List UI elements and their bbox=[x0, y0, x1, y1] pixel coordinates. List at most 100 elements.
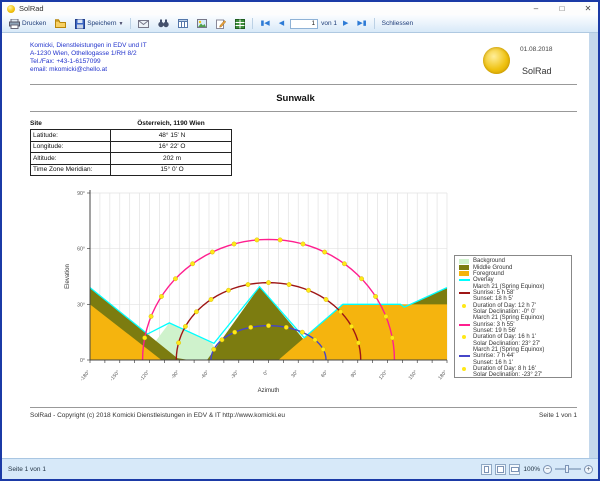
zoom-slider-thumb[interactable] bbox=[565, 465, 569, 473]
y-tick-label: 90° bbox=[77, 191, 85, 197]
letterhead-divider bbox=[30, 84, 577, 85]
x-tick-label: -90° bbox=[170, 369, 181, 380]
legend-label: Foreground bbox=[473, 271, 504, 277]
sun-hour-marker bbox=[384, 314, 388, 318]
toolbar-separator bbox=[252, 18, 253, 29]
columns-button[interactable] bbox=[175, 18, 191, 29]
sun-hour-marker bbox=[255, 238, 259, 242]
sun-hour-marker bbox=[338, 310, 342, 314]
save-button[interactable]: Speichern ▼ bbox=[72, 18, 126, 30]
first-page-button[interactable]: ▮◀ bbox=[257, 18, 272, 30]
x-tick-label: 0° bbox=[262, 369, 270, 377]
legend-swatch-icon bbox=[459, 265, 471, 270]
zoom-in-icon[interactable]: + bbox=[584, 465, 593, 474]
report-preview-area[interactable]: Komicki, Dienstleistungen in EDV und IT … bbox=[2, 33, 598, 458]
sun-hour-marker bbox=[306, 288, 310, 292]
legend-line-icon bbox=[459, 279, 471, 281]
legend-label: Overlay bbox=[473, 277, 494, 283]
fit-page-view-icon[interactable] bbox=[509, 464, 520, 475]
footer-page-number: Seite 1 von 1 bbox=[539, 412, 577, 419]
close-preview-button[interactable]: Schliessen bbox=[379, 19, 416, 28]
sun-hour-marker bbox=[210, 250, 214, 254]
image-icon bbox=[197, 19, 207, 28]
legend-label: Background bbox=[473, 258, 505, 264]
edit-button[interactable] bbox=[213, 18, 229, 30]
x-axis-title: Azimuth bbox=[258, 388, 280, 394]
print-label: Drucken bbox=[22, 20, 46, 27]
image-button[interactable] bbox=[194, 18, 210, 29]
previous-page-button[interactable]: ◀ bbox=[276, 18, 287, 30]
company-line: A-1230 Wien, Othellogasse 1/RH 8/2 bbox=[30, 50, 147, 58]
two-page-view-icon[interactable] bbox=[495, 464, 506, 475]
y-axis-title: Elevation bbox=[65, 264, 71, 289]
legend-label: Solar Declination: -0° 0' bbox=[473, 309, 536, 315]
report-title: Sunwalk bbox=[2, 93, 589, 104]
sun-hour-marker bbox=[390, 336, 394, 340]
maximize-icon[interactable]: □ bbox=[556, 2, 568, 15]
site-table-row: Time Zone Meridian:15° 0' O bbox=[30, 164, 232, 177]
email-button[interactable] bbox=[135, 19, 152, 29]
y-tick-label: 60° bbox=[77, 247, 85, 253]
sun-hour-marker bbox=[356, 341, 360, 345]
footer-copyright: SolRad - Copyright (c) 2018 Komicki Dien… bbox=[30, 412, 285, 419]
floppy-disk-icon bbox=[75, 19, 85, 29]
print-button[interactable]: Drucken bbox=[6, 18, 49, 30]
status-page-label: Seite 1 von 1 bbox=[8, 466, 46, 473]
sun-hour-marker bbox=[149, 314, 153, 318]
legend-swatch-icon bbox=[459, 271, 471, 276]
app-window: SolRad – □ ✕ Drucken Speichern ▼ bbox=[0, 0, 600, 481]
sun-hour-marker bbox=[159, 294, 163, 298]
last-page-button[interactable]: ▶▮ bbox=[354, 18, 369, 30]
edit-pencil-icon bbox=[216, 19, 226, 29]
sun-hour-marker bbox=[301, 242, 305, 246]
site-row-value: 15° 0' O bbox=[111, 166, 233, 173]
legend-label: Duration of Day: 16 h 1' bbox=[473, 334, 536, 340]
sun-hour-marker bbox=[220, 338, 224, 342]
page-number-input[interactable] bbox=[290, 19, 318, 29]
legend-label: March 21 (Spring Equinox) bbox=[473, 284, 544, 290]
sun-hour-marker bbox=[300, 330, 304, 334]
sun-hour-marker bbox=[313, 338, 317, 342]
toolbar-separator bbox=[130, 18, 131, 29]
legend-label: Sunset: 19 h 56' bbox=[473, 328, 516, 334]
legend-label: Duration of Day: 12 h 7' bbox=[473, 303, 536, 309]
sun-hour-marker bbox=[321, 347, 325, 351]
open-button[interactable] bbox=[52, 18, 69, 29]
site-row-value: 202 m bbox=[111, 155, 233, 162]
legend-label: Sunset: 18 h 5' bbox=[473, 296, 513, 302]
find-button[interactable] bbox=[155, 18, 172, 29]
minimize-icon[interactable]: – bbox=[530, 2, 542, 15]
next-page-button[interactable]: ▶ bbox=[340, 18, 351, 30]
x-tick-label: 90° bbox=[350, 369, 359, 379]
legend-label: Middle Ground bbox=[473, 265, 512, 271]
report-page: Komicki, Dienstleistungen in EDV und IT … bbox=[2, 33, 589, 458]
binoculars-icon bbox=[158, 19, 169, 28]
site-row-label: Time Zone Meridian: bbox=[31, 165, 111, 176]
sun-hour-marker bbox=[359, 277, 363, 281]
zoom-slider[interactable] bbox=[555, 468, 581, 470]
legend-swatch-icon bbox=[459, 259, 471, 264]
site-row-value: 16° 22' O bbox=[111, 143, 233, 150]
save-dropdown-icon[interactable]: ▼ bbox=[119, 21, 124, 27]
sun-hour-marker bbox=[194, 310, 198, 314]
close-icon[interactable]: ✕ bbox=[582, 2, 594, 15]
x-tick-label: 180° bbox=[437, 369, 448, 381]
company-line: Komicki, Dienstleistungen in EDV und IT bbox=[30, 42, 147, 50]
chart-legend: BackgroundMiddle GroundForegroundOverlay… bbox=[454, 255, 572, 378]
title-bar: SolRad – □ ✕ bbox=[2, 2, 598, 15]
sun-hour-marker bbox=[342, 262, 346, 266]
legend-dot-icon bbox=[459, 335, 471, 339]
y-tick-label: 0° bbox=[80, 358, 85, 364]
folder-icon bbox=[55, 19, 66, 28]
site-row-label: Altitude: bbox=[31, 153, 111, 164]
sun-hour-marker bbox=[226, 288, 230, 292]
toolbar-separator bbox=[374, 18, 375, 29]
title-divider bbox=[30, 111, 577, 112]
sun-hour-marker bbox=[183, 324, 187, 328]
single-page-view-icon[interactable] bbox=[481, 464, 492, 475]
company-line: Tel./Fax: +43-1-6157099 bbox=[30, 58, 147, 66]
x-tick-label: 60° bbox=[320, 369, 329, 379]
zoom-out-icon[interactable]: − bbox=[543, 465, 552, 474]
legend-label: March 21 (Spring Equinox) bbox=[473, 347, 544, 353]
export-button[interactable] bbox=[232, 18, 248, 30]
